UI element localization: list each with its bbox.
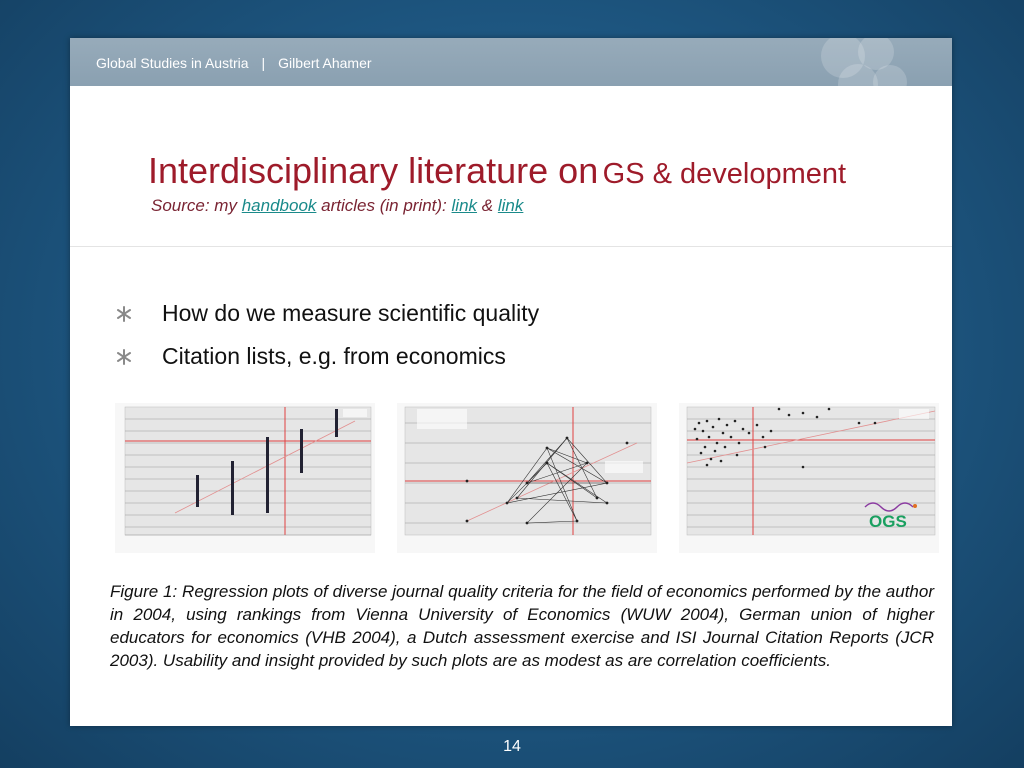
page-number: 14 — [503, 738, 521, 755]
header-course: Global Studies in Austria — [96, 55, 249, 71]
asterisk-bullet-icon — [116, 345, 162, 369]
header-text: Global Studies in Austria | Gilbert Ahamer — [96, 55, 372, 71]
slide-title: Interdisciplinary literature on GS & dev… — [148, 150, 846, 192]
regression-plot-1 — [115, 403, 375, 553]
article-link-1[interactable]: link — [452, 196, 478, 215]
header-author: Gilbert Ahamer — [278, 55, 372, 71]
regression-plot-2 — [397, 403, 657, 553]
title-secondary: GS & development — [602, 158, 847, 190]
asterisk-bullet-icon — [116, 302, 162, 326]
article-link-2[interactable]: link — [498, 196, 524, 215]
slide: Global Studies in Austria | Gilbert Ahamer… — [70, 38, 952, 726]
bullet-item: How do we measure scientific quality — [116, 292, 539, 335]
header-bar: Global Studies in Austria | Gilbert Ahamer — [70, 38, 952, 86]
figure-caption: Figure 1: Regression plots of diverse jo… — [110, 582, 934, 670]
handbook-link[interactable]: handbook — [242, 196, 317, 215]
title-main: Interdisciplinary literature on — [148, 150, 599, 191]
subtitle: Source: my handbook articles (in print):… — [151, 196, 523, 216]
subtitle-ampersand: & — [481, 196, 494, 215]
bullet-text: Citation lists, e.g. from economics — [162, 343, 506, 369]
subtitle-prefix: Source: my — [151, 196, 237, 215]
subtitle-middle: articles (in print): — [321, 196, 447, 215]
bullet-text: How do we measure scientific quality — [162, 300, 540, 326]
bullet-item: Citation lists, e.g. from economics — [116, 335, 539, 378]
decorative-circles-icon — [808, 38, 918, 86]
regression-plots: OGS — [115, 403, 939, 553]
divider — [70, 246, 952, 247]
header-separator: | — [261, 55, 266, 71]
bullet-list: How do we measure scientific quality Cit… — [116, 292, 539, 378]
ogs-logo-text: OGS — [869, 512, 907, 531]
regression-plot-3: OGS — [679, 403, 939, 553]
